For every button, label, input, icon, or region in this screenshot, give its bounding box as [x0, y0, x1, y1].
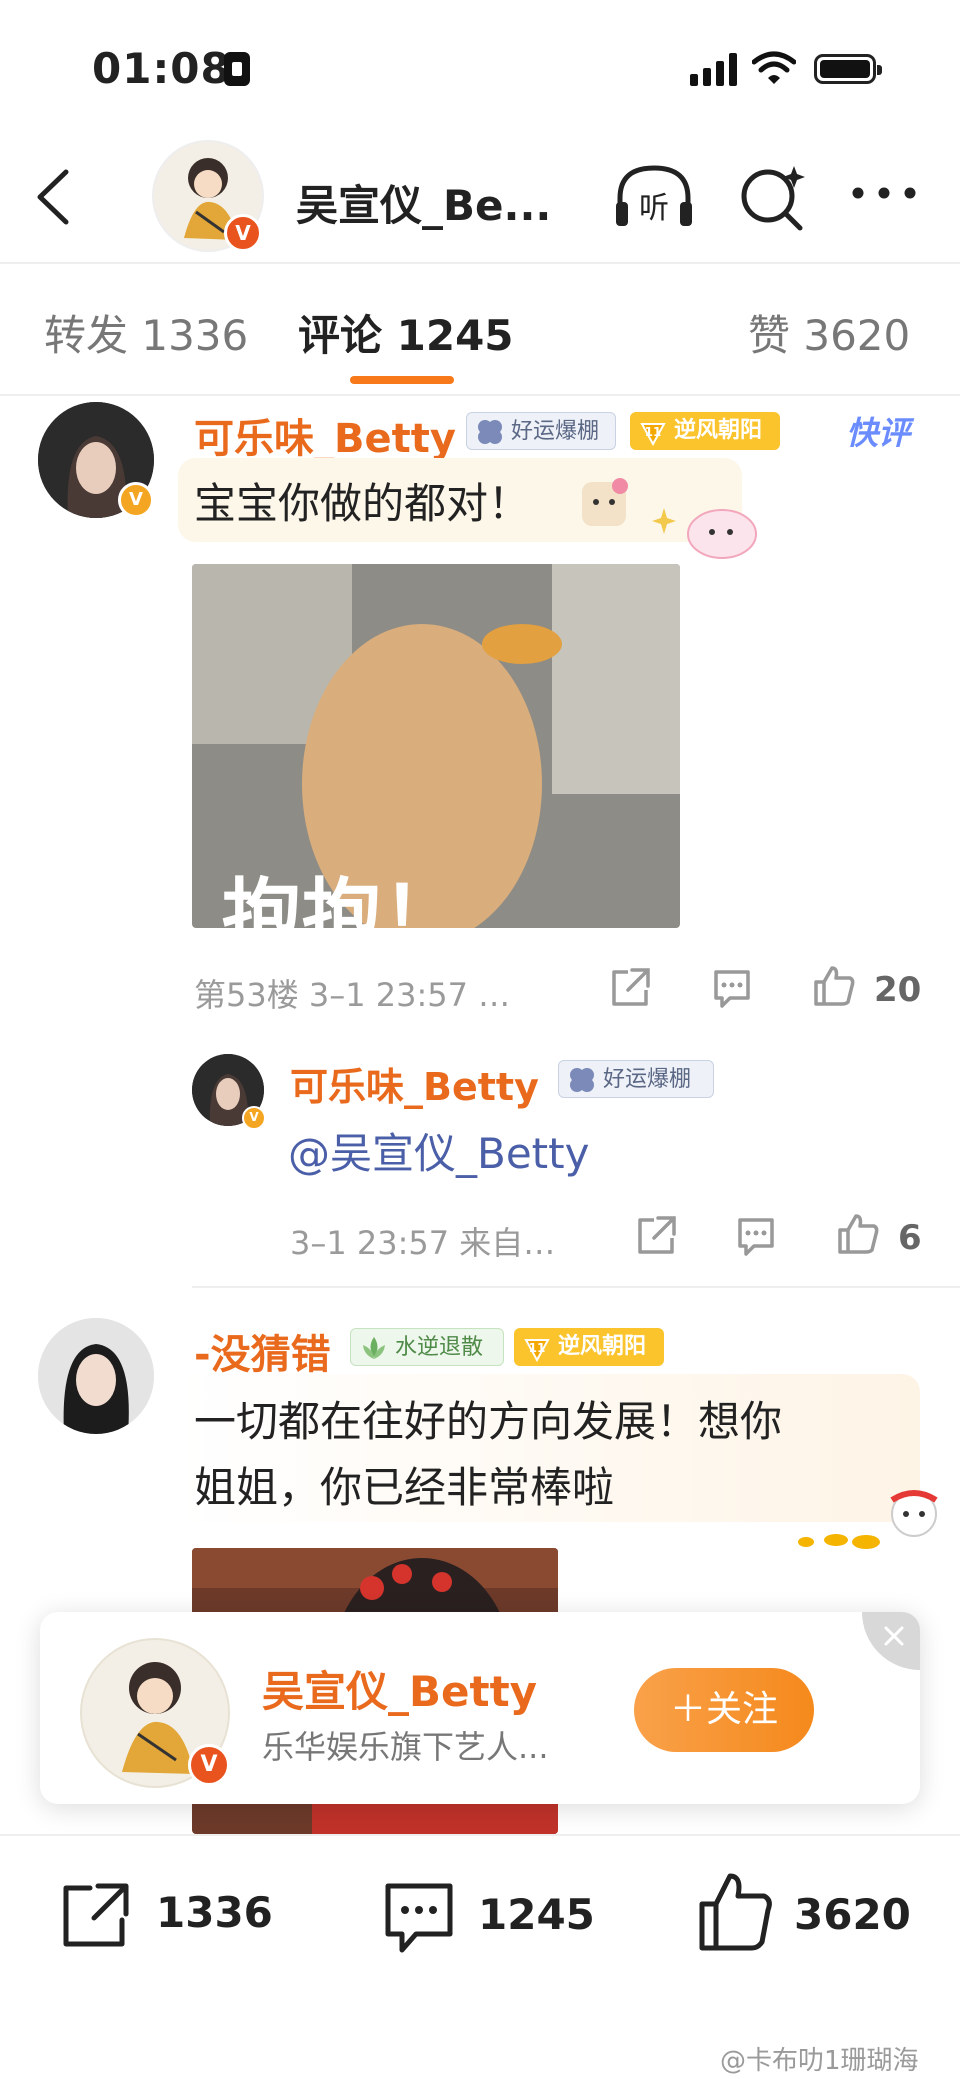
reply-icon[interactable]: [710, 966, 754, 1010]
gold-coins-mascot-icon: [798, 1490, 938, 1549]
user-photo-icon: [38, 1318, 154, 1434]
follow-button[interactable]: ＋关注: [634, 1668, 814, 1752]
comment-text-line1: 一切都在往好的方向发展！想你: [194, 1397, 783, 1446]
verified-badge: V: [118, 482, 154, 518]
comment-text: 宝宝你做的都对！: [194, 479, 531, 528]
lotus-icon: [363, 1337, 385, 1359]
reply-username[interactable]: 可乐味_Betty: [290, 1056, 539, 1111]
reply-icon[interactable]: [734, 1214, 778, 1258]
svg-text:听: 听: [639, 191, 669, 226]
svg-text:11: 11: [529, 1341, 546, 1355]
watermark: @卡布叻1珊瑚海: [720, 2046, 919, 2076]
badge-label: 好运爆棚: [603, 1067, 692, 1092]
signal-icon: [690, 53, 737, 86]
bottom-comment-button[interactable]: 1245: [380, 1876, 610, 1960]
badge-label: 好运爆棚: [511, 419, 600, 444]
tab-likes[interactable]: 赞 3620: [748, 302, 910, 363]
image-caption: 抱抱！: [222, 870, 462, 928]
clover-icon: [478, 420, 502, 444]
comment-username[interactable]: 可乐味_Betty: [194, 406, 456, 464]
like-count: 6: [898, 1218, 922, 1258]
clover-icon: [570, 1068, 594, 1092]
follow-card-desc: 乐华娱乐旗下艺人...: [262, 1728, 549, 1766]
back-icon[interactable]: [30, 164, 80, 230]
like-count: 20: [874, 970, 922, 1010]
like-count: 3620: [794, 1890, 911, 1939]
wifi-icon: [752, 51, 796, 84]
badge-label: 逆风朝阳: [674, 418, 763, 443]
reply-meta: 3–1 23:57 来自…: [290, 1224, 556, 1262]
more-icon[interactable]: [848, 178, 920, 208]
close-icon: [884, 1626, 904, 1646]
search-icon[interactable]: [736, 160, 810, 232]
badge-against-wind[interactable]: 11 逆风朝阳: [514, 1328, 664, 1366]
repost-count: 1336: [156, 1888, 273, 1937]
like-icon[interactable]: [836, 1212, 880, 1256]
like-icon[interactable]: [812, 964, 856, 1008]
share-icon[interactable]: [634, 1214, 678, 1258]
follow-card-name[interactable]: 吴宣仪_Betty: [262, 1658, 537, 1719]
comment-image[interactable]: 抱抱！: [192, 564, 680, 928]
comment-avatar[interactable]: [38, 1318, 154, 1434]
badge-label: 逆风朝阳: [558, 1334, 647, 1359]
comment-text-line2: 姐姐，你已经非常棒啦: [194, 1463, 615, 1512]
share-icon[interactable]: [608, 966, 652, 1010]
comment-meta: 第53楼 3–1 23:57 …: [194, 976, 511, 1014]
comment-count: 1245: [478, 1890, 595, 1939]
quick-comment-tag[interactable]: 快评: [846, 408, 910, 454]
badge-label: 水逆退散: [395, 1335, 484, 1360]
bottom-repost-button[interactable]: 1336: [58, 1876, 288, 1952]
listen-headphone-icon[interactable]: 听: [612, 160, 696, 232]
verified-badge: V: [188, 1744, 230, 1786]
header-divider: [0, 262, 960, 264]
comment-username[interactable]: -没猜错: [194, 1322, 331, 1380]
diamond-level-icon: 11: [640, 423, 666, 446]
comment-divider: [192, 1286, 960, 1288]
bottom-bar-divider: [0, 1834, 960, 1836]
battery-icon: [814, 54, 882, 84]
bottom-like-button[interactable]: 3620: [696, 1870, 926, 1954]
tab-comments[interactable]: 评论 1245: [298, 302, 514, 363]
sparkle-rabbit-icon: [652, 508, 757, 559]
badge-good-luck[interactable]: 好运爆棚: [466, 412, 616, 450]
tab-repost[interactable]: 转发 1336: [44, 302, 248, 363]
badge-against-wind[interactable]: 11 逆风朝阳: [630, 412, 780, 450]
like-icon: [699, 1873, 772, 1951]
status-time: 01:08: [92, 44, 231, 93]
reply-mention[interactable]: @吴宣仪_Betty: [288, 1122, 589, 1186]
badge-water-retro[interactable]: 水逆退散: [350, 1328, 504, 1366]
tabs-divider: [0, 394, 960, 396]
close-follow-card-button[interactable]: [862, 1612, 920, 1670]
share-icon: [63, 1883, 129, 1947]
verified-badge: V: [242, 1106, 266, 1130]
verified-badge: V: [224, 214, 262, 252]
page-title: 吴宣仪_Be...: [296, 181, 552, 230]
sim-card-icon: [224, 52, 250, 86]
badge-good-luck[interactable]: 好运爆棚: [558, 1060, 714, 1098]
emoji-icon: [582, 478, 628, 526]
diamond-level-icon: 11: [524, 1339, 550, 1362]
cat-hug-image-icon: 抱抱！: [192, 564, 680, 928]
svg-text:11: 11: [645, 425, 662, 439]
active-tab-indicator: [350, 376, 454, 384]
